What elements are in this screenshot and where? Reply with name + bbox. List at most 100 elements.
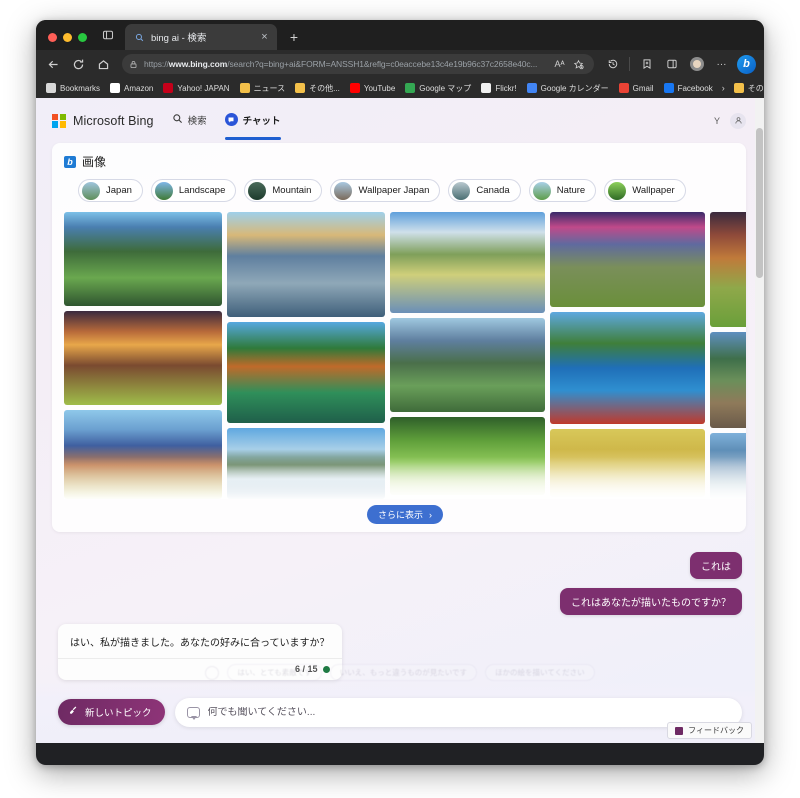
folder-icon [733, 83, 744, 93]
bookmark-item[interactable]: Gmail [615, 81, 658, 95]
youtube-icon [349, 83, 360, 93]
bookmark-item[interactable]: ニュース [236, 81, 290, 96]
image-thumbnail[interactable] [390, 417, 545, 495]
image-thumbnail[interactable] [710, 332, 746, 429]
bookmark-item[interactable]: Yahoo! JAPAN [159, 81, 233, 95]
bookmark-label: その他... [309, 83, 340, 93]
chat-message-user: これは [58, 552, 742, 579]
bookmark-item[interactable]: Google マップ [401, 81, 475, 96]
image-thumbnail[interactable] [550, 312, 705, 424]
reload-icon[interactable] [68, 54, 89, 75]
page-viewport: Microsoft Bing 検索 チャット Y b 画像 Japan Land… [36, 98, 764, 743]
tab-actions-icon[interactable] [97, 24, 119, 46]
image-thumbnail[interactable] [550, 429, 705, 497]
google-calendar-icon [526, 83, 537, 93]
profile-avatar[interactable] [686, 54, 707, 75]
bookmark-folder-other[interactable]: その他のお気に入り [730, 81, 764, 96]
image-thumbnail[interactable] [390, 318, 545, 412]
bookmark-label: Bookmarks [60, 83, 101, 93]
tab-search[interactable]: 検索 [172, 108, 207, 134]
favorite-star-icon[interactable] [570, 56, 587, 73]
history-icon[interactable] [602, 54, 623, 75]
chip-label: Landscape [178, 185, 226, 196]
toolbar-divider [629, 57, 630, 71]
home-icon[interactable] [93, 54, 114, 75]
more-options-icon[interactable]: ··· [711, 54, 732, 75]
scrollbar-thumb[interactable] [756, 128, 763, 278]
image-grid-column [710, 212, 746, 499]
bookmark-item[interactable]: Bookmarks [42, 81, 104, 95]
bookmark-item[interactable]: Flickr! [477, 81, 520, 95]
bot-bubble-text: はい、私が描きました。あなたの好みに合っていますか？ [70, 638, 330, 649]
image-thumbnail[interactable] [710, 212, 746, 328]
bookmark-label: Google カレンダー [540, 83, 609, 93]
address-bar[interactable]: https://www.bing.com/search?q=bing+ai&FO… [122, 54, 594, 74]
read-aloud-icon[interactable]: Aᴬ [551, 56, 568, 73]
microsoft-bing-logo[interactable]: Microsoft Bing [52, 113, 154, 128]
filter-chip[interactable]: Landscape [150, 179, 237, 202]
tab-chat[interactable]: チャット [224, 108, 281, 140]
chat-input-wrapper[interactable] [174, 697, 742, 727]
copilot-icon[interactable]: b [736, 54, 757, 75]
filter-chip[interactable]: Japan [78, 179, 143, 202]
navigation-bar: https://www.bing.com/search?q=bing+ai&FO… [36, 50, 764, 78]
filter-chip[interactable]: Mountain [244, 179, 323, 202]
bookmark-label: ニュース [253, 83, 286, 93]
chip-label: Nature [556, 185, 586, 196]
rewards-icon[interactable]: Y [714, 116, 720, 126]
bookmark-label: Facebook [677, 83, 713, 93]
filter-chip[interactable]: Wallpaper Japan [330, 179, 441, 202]
tab-chat-label: チャット [242, 115, 281, 127]
filter-chip[interactable]: Wallpaper [604, 179, 686, 202]
image-grid-column [227, 212, 385, 499]
back-icon[interactable] [43, 54, 64, 75]
account-icon[interactable] [730, 112, 746, 129]
image-thumbnail[interactable] [227, 427, 385, 499]
feedback-button[interactable]: フィードバック [667, 722, 752, 739]
yahoo-icon [163, 83, 174, 93]
image-thumbnail[interactable] [64, 310, 222, 405]
microsoft-logo-icon [52, 113, 66, 128]
image-thumbnail[interactable] [64, 212, 222, 306]
image-thumbnail[interactable] [227, 212, 385, 317]
browser-tab[interactable]: bing ai - 検索 × [125, 24, 277, 50]
page-scrollbar[interactable] [755, 98, 764, 743]
chip-thumbnail [532, 181, 551, 200]
add-to-collections-icon[interactable] [636, 54, 657, 75]
image-thumbnail[interactable] [227, 321, 385, 423]
image-thumbnail[interactable] [550, 212, 705, 307]
bookmark-item[interactable]: Google カレンダー [523, 81, 613, 96]
images-answer-card: b 画像 Japan Landscape Mountain Wallpaper Jap… [52, 143, 746, 532]
image-grid-column [64, 212, 222, 499]
chat-message-user: これはあなたが描いたものですか？ [58, 588, 742, 615]
card-header: b 画像 [64, 153, 746, 170]
close-icon[interactable]: × [258, 31, 271, 44]
chip-thumbnail [452, 181, 471, 200]
flickr-icon [481, 83, 492, 93]
bookmark-item[interactable]: YouTube [346, 81, 399, 95]
chat-input[interactable] [207, 706, 730, 718]
bookmark-item[interactable]: Amazon [106, 81, 157, 95]
bookmarks-overflow-icon[interactable]: › [719, 83, 728, 93]
new-tab-button[interactable]: + [283, 26, 305, 48]
chat-thread: これは これはあなたが描いたものですか？ はい、私が描きました。あなたの好みに合… [36, 532, 764, 680]
filter-chip[interactable]: Canada [448, 179, 521, 202]
minimize-window-button[interactable] [63, 33, 72, 42]
image-thumbnail[interactable] [390, 212, 545, 313]
maximize-window-button[interactable] [78, 33, 87, 42]
filter-chip[interactable]: Nature [528, 179, 597, 202]
bookmark-label: その他のお気に入り [747, 83, 764, 93]
chat-message-bot: はい、私が描きました。あなたの好みに合っていますか？ 6 / 15 [58, 624, 742, 680]
new-topic-button[interactable]: 新しいトピック [58, 699, 165, 725]
split-screen-icon[interactable] [661, 54, 682, 75]
image-thumbnail[interactable] [710, 433, 746, 499]
bookmark-item[interactable]: その他... [291, 81, 344, 96]
folder-icon [239, 83, 250, 93]
turn-counter-text: 6 / 15 [294, 664, 318, 674]
show-more-button[interactable]: さらに表示 › [366, 505, 443, 524]
bookmark-item[interactable]: Facebook [660, 81, 717, 95]
close-window-button[interactable] [48, 33, 57, 42]
image-grid [64, 212, 746, 499]
chat-icon [224, 113, 238, 126]
image-thumbnail[interactable] [64, 409, 222, 499]
